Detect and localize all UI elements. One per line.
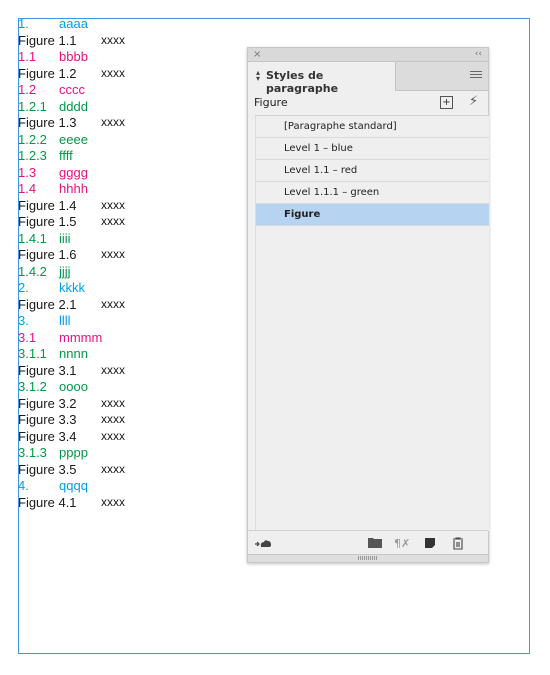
heading-text: pppp (59, 445, 88, 460)
figure-text: xxxx (101, 65, 125, 80)
heading-number: 1.2.1 (18, 98, 47, 114)
figure-label: Figure 1.2 (18, 65, 77, 81)
heading-text: cccc (59, 82, 85, 97)
cloud-library-icon[interactable] (254, 537, 272, 552)
panel-tab-row: ▴ ▾ Styles de paragraphe (248, 62, 488, 95)
trash-icon[interactable] (452, 537, 464, 553)
new-style-icon[interactable] (424, 537, 436, 552)
heading-text: nnnn (59, 346, 88, 361)
heading-number: 4. (18, 478, 29, 493)
paragraph-styles-panel: × ‹‹ ▴ ▾ Styles de paragraphe Figure + ⚡ … (247, 47, 489, 563)
figure-text: xxxx (101, 461, 125, 476)
style-item-label: [Paragraphe standard] (284, 121, 397, 132)
figure-text: xxxx (101, 115, 125, 129)
heading-number: 1.2 (18, 82, 37, 97)
style-item-label: Figure (284, 209, 321, 220)
figure-text: xxxx (101, 362, 125, 377)
heading-text: gggg (59, 164, 88, 180)
heading-number: 1.2.3 (18, 148, 47, 163)
figure-text: xxxx (101, 214, 125, 228)
figure-text: xxxx (101, 412, 125, 426)
heading-text: iiii (59, 230, 71, 246)
resize-grip[interactable] (248, 554, 488, 562)
heading-number: 1.4 (18, 181, 37, 196)
figure-label: Figure 3.5 (18, 461, 77, 477)
panel-menu-icon[interactable] (470, 71, 482, 80)
style-item[interactable]: Level 1 – blue (256, 138, 489, 160)
style-header: Figure + ⚡ (248, 91, 488, 115)
figure-label: Figure 3.2 (18, 395, 77, 411)
tab-paragraph-styles[interactable]: ▴ ▾ Styles de paragraphe (248, 62, 396, 95)
heading-number: 1.4.2 (18, 263, 47, 279)
figure-text: xxxx (101, 247, 125, 261)
current-style-label: Figure (254, 96, 288, 109)
heading-number: 1.3 (18, 164, 37, 180)
heading-text: llll (59, 313, 71, 328)
panel-titlebar[interactable]: × ‹‹ (248, 48, 488, 62)
style-item-label: Level 1.1.1 – green (284, 187, 380, 198)
heading-text: mmmm (59, 329, 103, 345)
heading-text: eeee (59, 131, 88, 147)
heading-number: 1.4.1 (18, 230, 47, 246)
heading-text: oooo (59, 379, 88, 394)
style-item[interactable]: Level 1.1 – red (256, 160, 489, 182)
figure-label: Figure 2.1 (18, 296, 77, 312)
figure-label: Figure 1.6 (18, 247, 77, 262)
heading-number: 1.2.2 (18, 131, 47, 147)
style-item[interactable]: Figure (256, 204, 489, 226)
heading-text: ffff (59, 148, 73, 163)
heading-text: jjjj (59, 263, 71, 279)
figure-label: Figure 1.3 (18, 115, 77, 130)
style-item[interactable]: [Paragraphe standard] (256, 116, 489, 138)
heading-text: qqqq (59, 478, 88, 493)
figure-label: Figure 1.5 (18, 214, 77, 229)
heading-text: bbbb (59, 49, 88, 64)
heading-text: aaaa (59, 16, 88, 31)
heading-number: 3.1.3 (18, 445, 47, 460)
style-item[interactable]: Level 1.1.1 – green (256, 182, 489, 204)
heading-number: 3.1 (18, 329, 37, 345)
figure-text: xxxx (101, 395, 125, 410)
heading-number: 2. (18, 280, 29, 295)
heading-number: 3.1.1 (18, 346, 47, 361)
style-item-label: Level 1 – blue (284, 143, 353, 154)
figure-text: xxxx (101, 428, 125, 443)
figure-label: Figure 1.4 (18, 197, 77, 213)
panel-footer: ¶✗ (248, 530, 488, 557)
figure-label: Figure 4.1 (18, 494, 77, 510)
clear-overrides-icon[interactable]: ¶✗ (394, 537, 410, 550)
heading-number: 1.1 (18, 49, 37, 64)
figure-text: xxxx (101, 494, 125, 509)
heading-text: hhhh (59, 181, 88, 196)
folder-icon[interactable] (368, 537, 382, 551)
collapse-icon[interactable]: ‹‹ (475, 48, 482, 61)
figure-text: xxxx (101, 296, 125, 311)
heading-text: dddd (59, 98, 88, 114)
style-list: [Paragraphe standard] Level 1 – blue Level… (255, 115, 489, 531)
heading-number: 3.1.2 (18, 379, 47, 394)
style-item-label: Level 1.1 – red (284, 165, 358, 176)
figure-label: Figure 3.4 (18, 428, 77, 444)
figure-text: xxxx (101, 197, 125, 212)
figure-text: xxxx (101, 32, 125, 47)
heading-text: kkkk (59, 280, 85, 295)
close-icon[interactable]: × (253, 48, 261, 61)
heading-number: 1. (18, 16, 29, 31)
heading-number: 3. (18, 313, 29, 328)
figure-label: Figure 1.1 (18, 32, 77, 48)
figure-label: Figure 3.1 (18, 362, 77, 378)
figure-label: Figure 3.3 (18, 412, 77, 427)
tab-arrows-icon: ▴ ▾ (256, 68, 261, 83)
lightning-icon[interactable]: ⚡ (469, 94, 478, 109)
create-style-icon[interactable]: + (440, 96, 453, 109)
